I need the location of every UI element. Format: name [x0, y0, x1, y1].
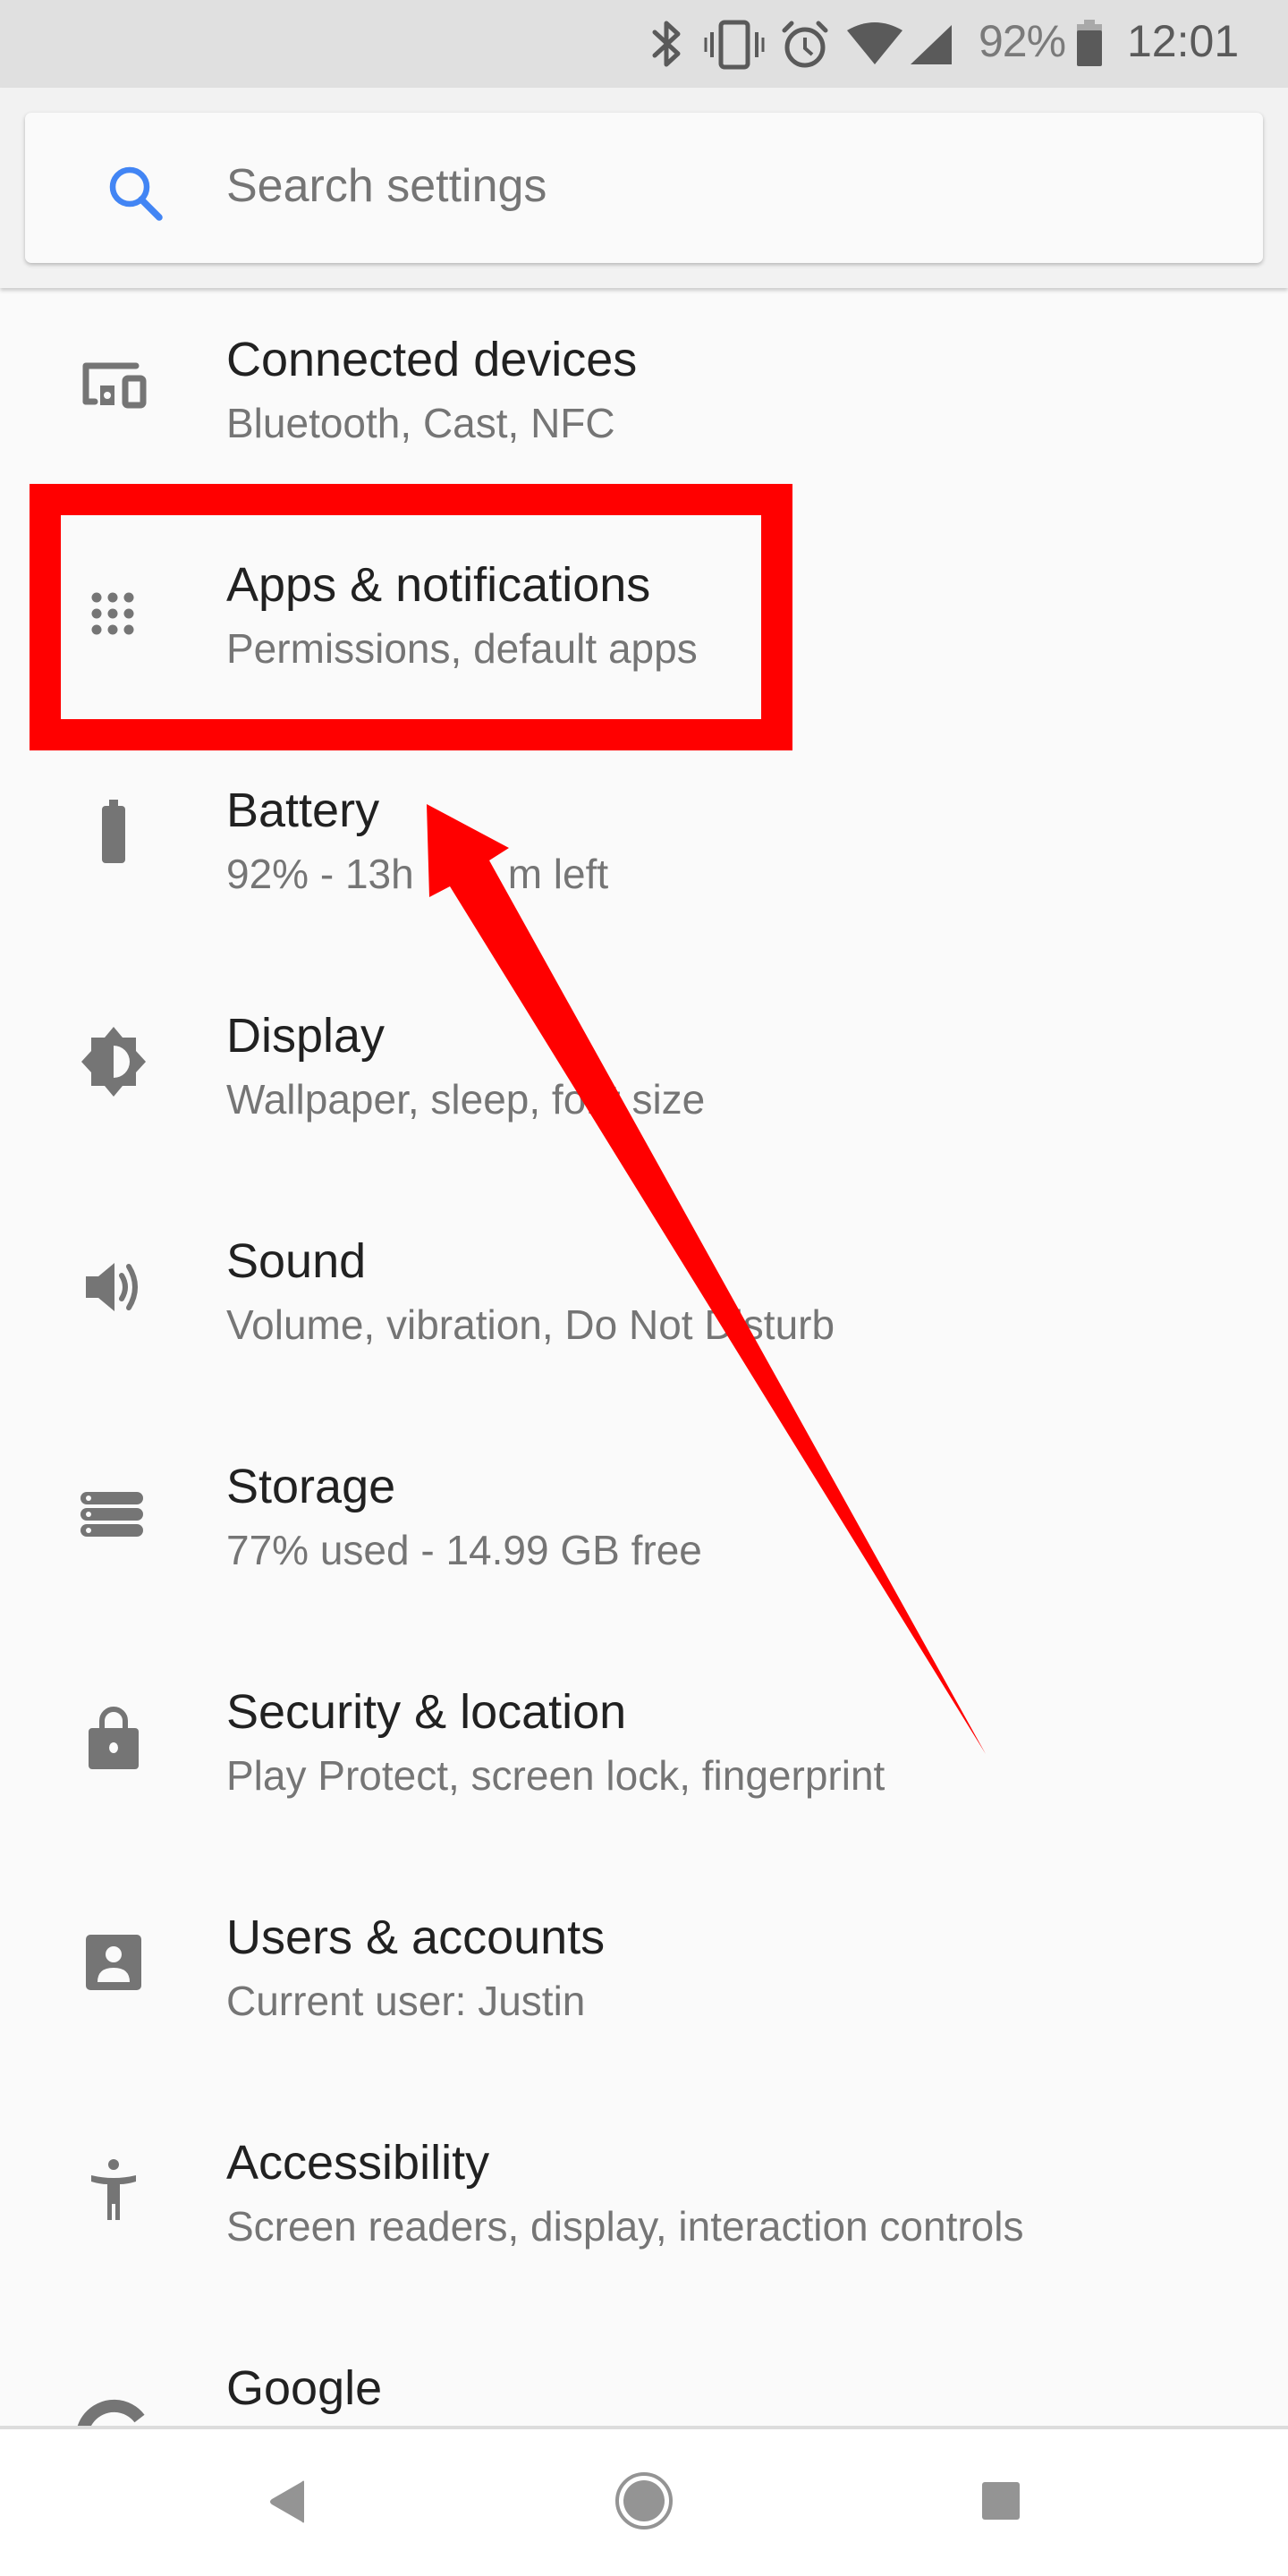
- settings-item-security-location[interactable]: Security & location Play Protect, screen…: [0, 1640, 1288, 1866]
- settings-item-subtitle: Screen readers, display, interaction con…: [226, 2203, 1024, 2250]
- lock-icon: [89, 1707, 139, 1769]
- settings-item-title: Security & location: [226, 1685, 627, 1739]
- volume-icon: [86, 1263, 138, 1311]
- navigation-bar: [0, 2426, 1288, 2576]
- settings-item-subtitle: 77% used - 14.99 GB free: [226, 1527, 702, 1573]
- settings-item-title: Storage: [226, 1460, 396, 1513]
- settings-item-title: Users & accounts: [226, 1911, 606, 1964]
- settings-item-accessibility[interactable]: Accessibility Screen readers, display, i…: [0, 2091, 1288, 2317]
- settings-item-apps-notifications[interactable]: Apps & notifications Permissions, defaul…: [0, 513, 1288, 739]
- battery-subtitle-end: m left: [507, 851, 609, 897]
- clock: 12:01: [1127, 16, 1240, 66]
- status-bar: 92% 12:01: [0, 0, 1288, 88]
- battery-icon: [102, 800, 125, 863]
- google-icon: [77, 2399, 145, 2426]
- home-icon[interactable]: [614, 2471, 674, 2530]
- vibrate-icon: [704, 20, 765, 70]
- settings-list: Connected devices Bluetooth, Cast, NFC A…: [0, 288, 1288, 2426]
- account-icon: [86, 1935, 141, 1990]
- apps-grid-icon: [91, 592, 134, 635]
- settings-item-display[interactable]: Display Wallpaper, sleep, font size: [0, 964, 1288, 1190]
- settings-item-battery[interactable]: Battery 92% - 13h m left: [0, 739, 1288, 964]
- settings-item-subtitle: 92% - 13h m left: [226, 850, 608, 898]
- settings-item-subtitle: Bluetooth, Cast, NFC: [226, 400, 615, 446]
- settings-item-subtitle: Permissions, default apps: [226, 625, 698, 672]
- search-icon: [109, 166, 163, 221]
- settings-item-subtitle: Play Protect, screen lock, fingerprint: [226, 1752, 886, 1799]
- settings-item-subtitle: Current user: Justin: [226, 1978, 586, 2024]
- storage-icon: [80, 1492, 143, 1537]
- battery-subtitle-start: 92% - 13h: [226, 851, 414, 897]
- search-bar[interactable]: Search settings: [25, 113, 1263, 263]
- wifi-icon: [847, 22, 902, 64]
- devices-icon: [82, 362, 147, 409]
- brightness-icon: [81, 1027, 146, 1097]
- alarm-icon: [782, 21, 828, 68]
- accessibility-icon: [91, 2159, 136, 2220]
- settings-item-subtitle: Wallpaper, sleep, font size: [226, 1076, 706, 1123]
- settings-item-storage[interactable]: Storage 77% used - 14.99 GB free: [0, 1415, 1288, 1640]
- settings-item-title: Connected devices: [226, 333, 638, 386]
- settings-item-google[interactable]: Google: [0, 2317, 1288, 2426]
- settings-item-sound[interactable]: Sound Volume, vibration, Do Not Disturb: [0, 1190, 1288, 1415]
- search-header: Search settings: [0, 88, 1288, 288]
- settings-item-users-accounts[interactable]: Users & accounts Current user: Justin: [0, 1866, 1288, 2091]
- settings-item-title: Apps & notifications: [226, 558, 651, 612]
- settings-item-title: Display: [226, 1009, 386, 1063]
- recents-icon[interactable]: [981, 2481, 1021, 2521]
- cell-signal-icon: [911, 25, 952, 64]
- bluetooth-icon: [652, 21, 681, 67]
- search-input[interactable]: Search settings: [226, 159, 547, 213]
- settings-item-title: Accessibility: [226, 2136, 490, 2190]
- battery-percent: 92%: [979, 16, 1066, 66]
- battery-icon: [1077, 20, 1102, 66]
- back-icon[interactable]: [265, 2479, 309, 2524]
- settings-item-subtitle: Volume, vibration, Do Not Disturb: [226, 1301, 835, 1348]
- settings-item-title: Sound: [226, 1234, 367, 1288]
- settings-item-title: Google: [226, 2361, 383, 2415]
- settings-item-connected-devices[interactable]: Connected devices Bluetooth, Cast, NFC: [0, 288, 1288, 513]
- settings-item-title: Battery: [226, 784, 380, 837]
